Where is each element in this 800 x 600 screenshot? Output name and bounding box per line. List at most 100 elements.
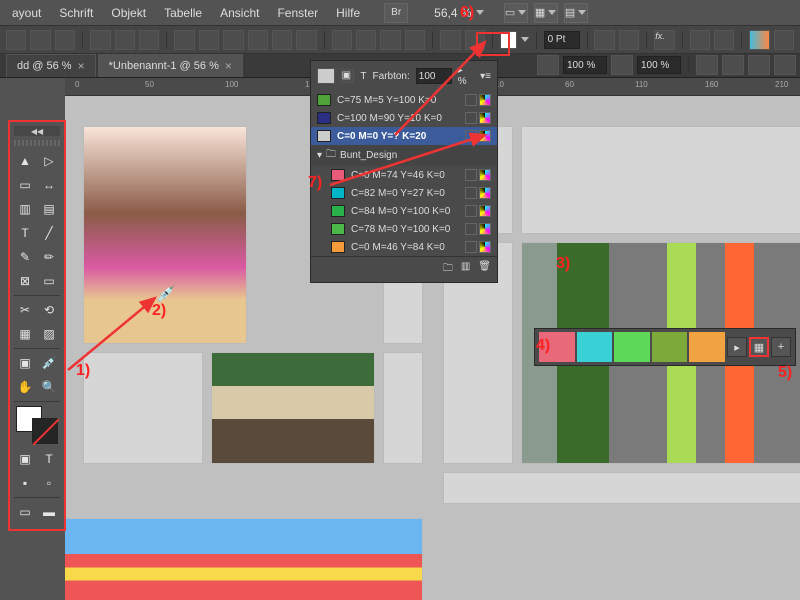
- menu-layout[interactable]: ayout: [4, 2, 49, 24]
- swatch-row-selected[interactable]: C=0 M=0 Y=? K=20: [311, 127, 497, 145]
- rectangle-tool[interactable]: ▭: [38, 270, 60, 292]
- theme-color[interactable]: [689, 332, 725, 362]
- theme-color[interactable]: [539, 332, 575, 362]
- apply-color-icon[interactable]: ▪: [14, 472, 36, 494]
- swatch-row[interactable]: C=84 M=0 Y=100 K=0: [311, 202, 497, 220]
- cb-icon[interactable]: [115, 30, 135, 50]
- image-frame-class[interactable]: [211, 352, 375, 464]
- theme-color[interactable]: [614, 332, 650, 362]
- content-placer-tool[interactable]: ▤: [38, 198, 60, 220]
- cb-icon[interactable]: [619, 30, 639, 50]
- cb-icon[interactable]: [356, 30, 376, 50]
- screen-mode-icon[interactable]: ▭: [504, 3, 528, 23]
- menu-fenster[interactable]: Fenster: [269, 2, 326, 24]
- folder-toggle-icon[interactable]: ▾: [317, 150, 322, 161]
- pen-tool[interactable]: ✎: [14, 246, 36, 268]
- cb-icon[interactable]: [594, 30, 614, 50]
- fill-swatch[interactable]: [500, 31, 517, 49]
- cb-icon[interactable]: [696, 55, 718, 75]
- chevron-down-icon[interactable]: [521, 37, 529, 42]
- cb-icon[interactable]: [465, 30, 485, 50]
- cb-icon[interactable]: [223, 30, 243, 50]
- text-icon[interactable]: T: [360, 71, 366, 82]
- close-icon[interactable]: ×: [225, 59, 232, 73]
- formatting-container-icon[interactable]: ▣: [14, 448, 36, 470]
- cb-icon[interactable]: [90, 30, 110, 50]
- type-tool[interactable]: T: [14, 222, 36, 244]
- cb-icon[interactable]: [332, 30, 352, 50]
- cb-icon[interactable]: [174, 30, 194, 50]
- new-folder-icon[interactable]: 🗀: [443, 261, 453, 278]
- cb-icon[interactable]: [248, 30, 268, 50]
- cb-icon[interactable]: [6, 30, 26, 50]
- menu-ansicht[interactable]: Ansicht: [212, 2, 267, 24]
- fill-stroke-swatch[interactable]: [16, 406, 58, 444]
- swatch-row[interactable]: C=0 M=46 Y=84 K=0: [311, 238, 497, 256]
- zoom-level[interactable]: 56,4 %: [430, 4, 487, 22]
- cb-icon[interactable]: [537, 55, 559, 75]
- stroke-weight-input[interactable]: [544, 31, 580, 49]
- line-tool[interactable]: ╱: [38, 222, 60, 244]
- close-icon[interactable]: ×: [78, 59, 85, 73]
- percent-input-b[interactable]: [637, 56, 681, 74]
- tint-input[interactable]: [416, 68, 452, 84]
- swatch-row[interactable]: C=100 M=90 Y=10 K=0: [311, 109, 497, 127]
- gradient-swatch-tool[interactable]: ▦: [14, 323, 36, 345]
- gradient-feather-tool[interactable]: ▨: [38, 323, 60, 345]
- swatch-folder[interactable]: ▾ 🗀 Bunt_Design: [311, 145, 497, 166]
- direct-selection-tool[interactable]: ▷: [38, 150, 60, 172]
- swatch-row[interactable]: C=82 M=0 Y=27 K=0: [311, 184, 497, 202]
- cb-icon[interactable]: [139, 30, 159, 50]
- theme-color[interactable]: [652, 332, 688, 362]
- menu-hilfe[interactable]: Hilfe: [328, 2, 368, 24]
- cb-icon[interactable]: [749, 30, 769, 50]
- menu-schrift[interactable]: Schrift: [51, 2, 101, 24]
- cb-icon[interactable]: [774, 30, 794, 50]
- eyedropper-tool[interactable]: 💉: [38, 352, 60, 374]
- scissors-tool[interactable]: ✂: [14, 299, 36, 321]
- swatch-row[interactable]: C=0 M=74 Y=46 K=0: [311, 166, 497, 184]
- cb-icon[interactable]: [774, 55, 796, 75]
- stroke-color[interactable]: [32, 418, 58, 444]
- add-to-swatches-icon[interactable]: ▦: [749, 337, 769, 357]
- fx-icon[interactable]: fx.: [654, 30, 674, 50]
- arrange-icon[interactable]: ▦: [534, 3, 558, 23]
- cb-icon[interactable]: [30, 30, 50, 50]
- pencil-tool[interactable]: ✏: [38, 246, 60, 268]
- image-frame-kids[interactable]: [65, 518, 423, 600]
- panel-menu-icon[interactable]: ▾≡: [480, 71, 491, 82]
- add-icon[interactable]: +: [771, 337, 791, 357]
- fill-proxy-icon[interactable]: [317, 68, 335, 84]
- workspace-icon[interactable]: ▤: [564, 3, 588, 23]
- new-swatch-icon[interactable]: ▥: [461, 261, 470, 278]
- cb-icon[interactable]: [714, 30, 734, 50]
- cb-icon[interactable]: [440, 30, 460, 50]
- image-frame-girl[interactable]: [83, 126, 247, 344]
- document-tab[interactable]: dd @ 56 % ×: [6, 54, 96, 77]
- menu-tabelle[interactable]: Tabelle: [156, 2, 210, 24]
- container-icon[interactable]: ▣: [341, 69, 355, 83]
- zoom-tool[interactable]: 🔍: [38, 376, 60, 398]
- view-mode-normal[interactable]: ▭: [14, 501, 36, 523]
- page-tool[interactable]: ▭: [14, 174, 36, 196]
- hand-tool[interactable]: ✋: [14, 376, 36, 398]
- apply-gradient-icon[interactable]: ▫: [38, 472, 60, 494]
- content-collector-tool[interactable]: ▥: [14, 198, 36, 220]
- swatch-row[interactable]: C=75 M=5 Y=100 K=0: [311, 91, 497, 109]
- swatch-row[interactable]: C=78 M=0 Y=100 K=0: [311, 220, 497, 238]
- note-tool[interactable]: ▣: [14, 352, 36, 374]
- panel-grip[interactable]: [14, 140, 60, 146]
- theme-menu-icon[interactable]: ▸: [727, 337, 747, 357]
- cb-icon[interactable]: [380, 30, 400, 50]
- selection-tool[interactable]: ▲: [14, 150, 36, 172]
- cb-icon[interactable]: [611, 55, 633, 75]
- rectangle-frame-tool[interactable]: ⊠: [14, 270, 36, 292]
- trash-icon[interactable]: 🗑: [478, 261, 491, 278]
- cb-icon[interactable]: [55, 30, 75, 50]
- view-mode-preview[interactable]: ▬: [38, 501, 60, 523]
- percent-input-a[interactable]: [563, 56, 607, 74]
- cb-icon[interactable]: [748, 55, 770, 75]
- cb-icon[interactable]: [405, 30, 425, 50]
- formatting-text-icon[interactable]: T: [38, 448, 60, 470]
- theme-color[interactable]: [577, 332, 613, 362]
